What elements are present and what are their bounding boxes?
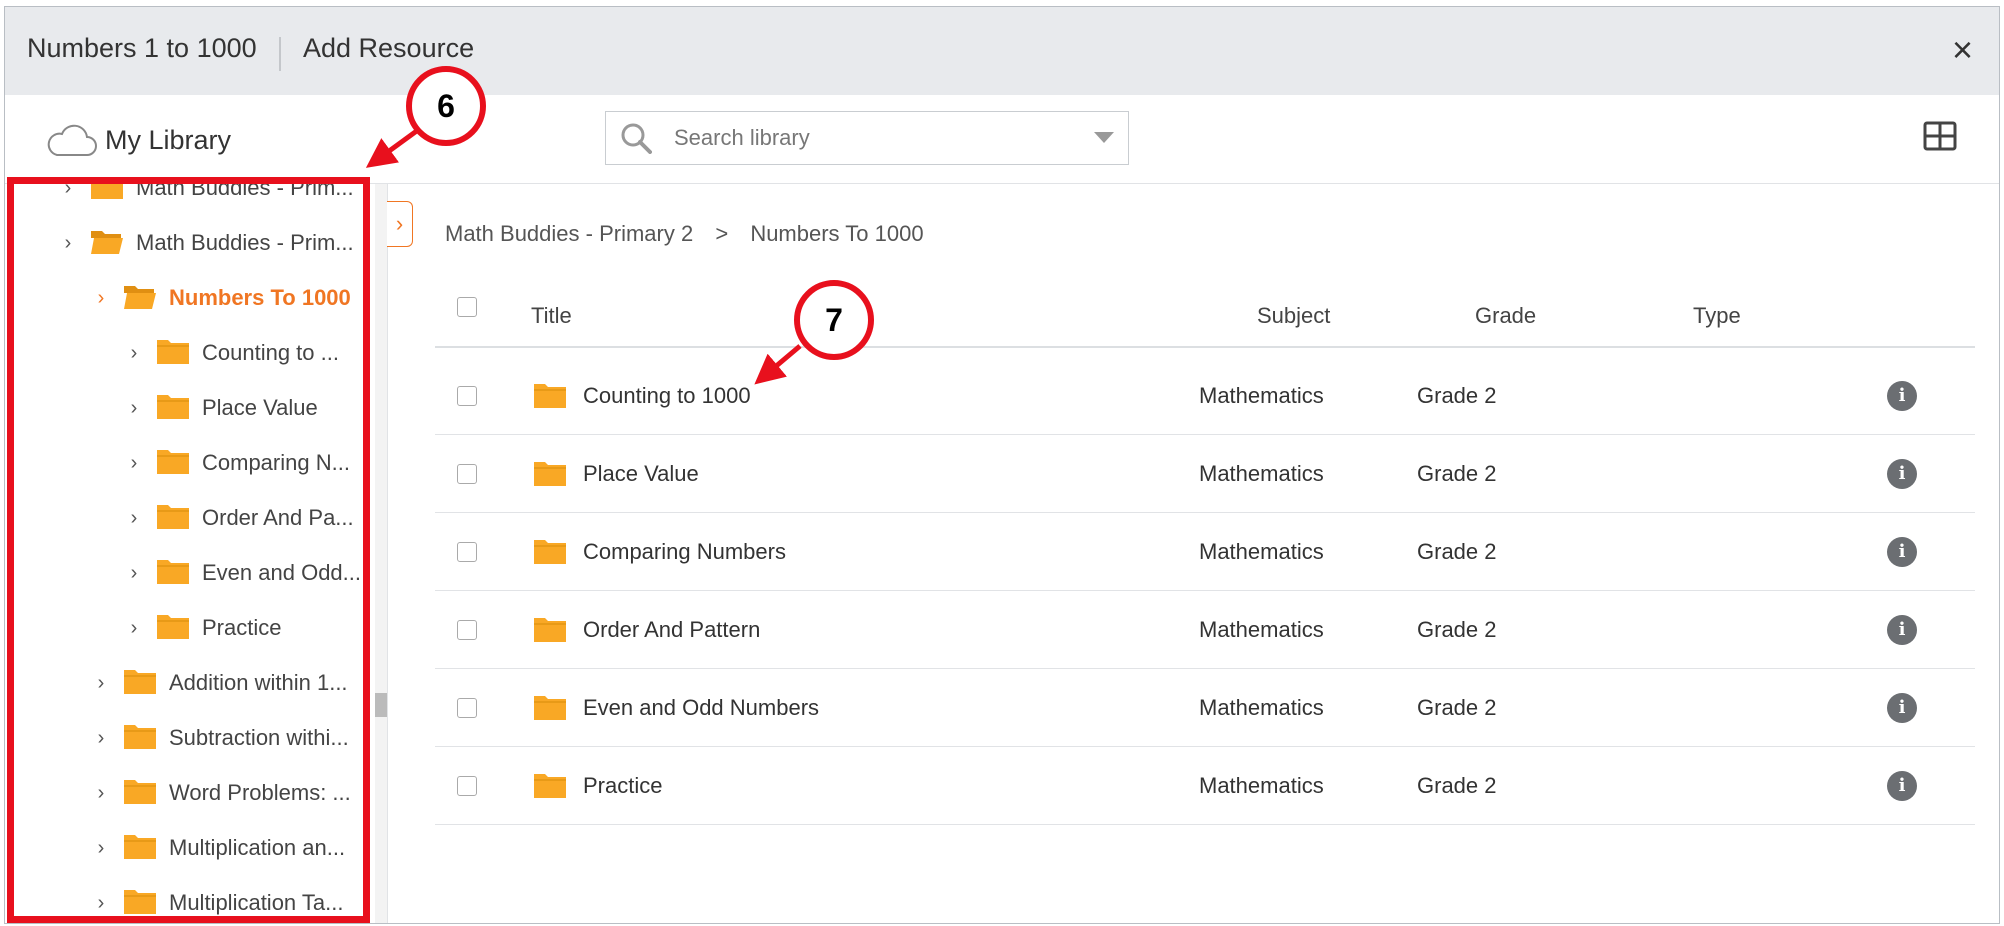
row-checkbox[interactable] (457, 776, 477, 796)
search-input[interactable]: Search library (605, 111, 1129, 165)
search-dropdown-icon[interactable] (1094, 132, 1114, 143)
annotation-highlight-box (7, 177, 370, 923)
row-title[interactable]: Order And Pattern (583, 617, 760, 643)
breadcrumb-separator: > (715, 221, 729, 246)
column-grade[interactable]: Grade (1475, 303, 1536, 329)
sidebar-scrollbar-thumb[interactable] (375, 693, 387, 717)
search-icon (621, 123, 652, 154)
breadcrumb: Math Buddies - Primary 2 > Numbers To 10… (445, 221, 940, 247)
row-title[interactable]: Place Value (583, 461, 699, 487)
table-row[interactable]: Counting to 1000 Mathematics Grade 2 i (435, 357, 1975, 435)
row-subject: Mathematics (1199, 383, 1324, 408)
row-subject: Mathematics (1199, 461, 1324, 486)
row-grade: Grade 2 (1417, 773, 1497, 798)
cloud-icon (47, 124, 97, 156)
library-label[interactable]: My Library (105, 125, 231, 156)
column-subject[interactable]: Subject (1257, 303, 1330, 329)
column-title[interactable]: Title (531, 303, 572, 329)
folder-icon (533, 771, 567, 804)
row-grade: Grade 2 (1417, 383, 1497, 408)
collapse-sidebar-button[interactable]: › (387, 201, 413, 247)
folder-icon (533, 537, 567, 570)
row-subject: Mathematics (1199, 773, 1324, 798)
breadcrumb-item[interactable]: Numbers To 1000 (750, 221, 923, 246)
folder-icon (533, 693, 567, 726)
row-grade: Grade 2 (1417, 461, 1497, 486)
annotation-step-7: 7 (794, 280, 874, 360)
table-row[interactable]: Practice Mathematics Grade 2 i (435, 747, 1975, 825)
row-checkbox[interactable] (457, 698, 477, 718)
table-header-divider (435, 346, 1975, 348)
row-subject: Mathematics (1199, 539, 1324, 564)
row-grade: Grade 2 (1417, 695, 1497, 720)
close-icon[interactable]: × (1952, 29, 1973, 71)
row-checkbox[interactable] (457, 542, 477, 562)
table-row[interactable]: Order And Pattern Mathematics Grade 2 i (435, 591, 1975, 669)
info-icon[interactable]: i (1887, 693, 1917, 723)
info-icon[interactable]: i (1887, 537, 1917, 567)
info-icon[interactable]: i (1887, 459, 1917, 489)
folder-icon (533, 381, 567, 414)
sidebar-divider (387, 184, 388, 923)
row-subject: Mathematics (1199, 695, 1324, 720)
column-type[interactable]: Type (1693, 303, 1741, 329)
table-row[interactable]: Even and Odd Numbers Mathematics Grade 2 i (435, 669, 1975, 747)
row-title[interactable]: Even and Odd Numbers (583, 695, 819, 721)
row-title[interactable]: Practice (583, 773, 662, 799)
row-title[interactable]: Counting to 1000 (583, 383, 751, 409)
select-all-checkbox[interactable] (457, 297, 477, 317)
dialog-subtitle: Add Resource (303, 33, 475, 63)
sidebar-scrollbar[interactable] (375, 184, 387, 923)
table-row[interactable]: Comparing Numbers Mathematics Grade 2 i (435, 513, 1975, 591)
row-checkbox[interactable] (457, 620, 477, 640)
folder-icon (533, 615, 567, 648)
row-divider (435, 824, 1975, 825)
row-subject: Mathematics (1199, 617, 1324, 642)
row-title[interactable]: Comparing Numbers (583, 539, 786, 565)
row-checkbox[interactable] (457, 464, 477, 484)
breadcrumb-item[interactable]: Math Buddies - Primary 2 (445, 221, 693, 246)
grid-view-icon[interactable] (1923, 121, 1957, 151)
header-divider (279, 37, 281, 71)
row-grade: Grade 2 (1417, 539, 1497, 564)
dialog-title: Numbers 1 to 1000 (27, 33, 257, 63)
info-icon[interactable]: i (1887, 615, 1917, 645)
row-grade: Grade 2 (1417, 617, 1497, 642)
info-icon[interactable]: i (1887, 771, 1917, 801)
add-resource-dialog: Numbers 1 to 1000 Add Resource × My Libr… (4, 6, 2000, 924)
dialog-header: Numbers 1 to 1000 Add Resource × (5, 7, 1999, 95)
annotation-step-6: 6 (406, 66, 486, 146)
search-placeholder: Search library (674, 125, 810, 150)
folder-icon (533, 459, 567, 492)
info-icon[interactable]: i (1887, 381, 1917, 411)
row-checkbox[interactable] (457, 386, 477, 406)
table-row[interactable]: Place Value Mathematics Grade 2 i (435, 435, 1975, 513)
